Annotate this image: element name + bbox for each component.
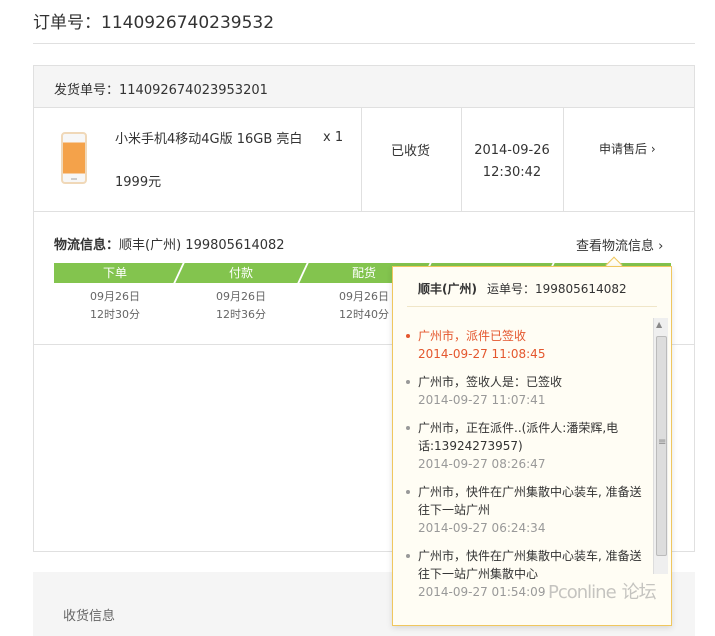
scrollbar-thumb[interactable]: ≡: [656, 336, 667, 556]
apply-aftersale-link[interactable]: 申请售后 ›: [599, 140, 656, 157]
grip-icon: ≡: [658, 437, 667, 448]
popup-waybill: 运单号：199805614082: [486, 282, 627, 296]
shipment-number: 发货单号：114092674023953201: [54, 83, 268, 98]
product-price: 1999元: [115, 175, 162, 190]
product-quantity: x 1: [323, 130, 344, 145]
view-logistics-link[interactable]: 查看物流信息 ›: [576, 235, 663, 254]
popup-carrier: 顺丰(广州): [418, 282, 477, 296]
scroll-up-arrow-icon[interactable]: ▲: [656, 320, 662, 329]
tracking-entry: 广州市，正在派件..(派件人:潘荣辉,电话:13924273957) 2014-…: [406, 419, 648, 473]
divider: [407, 306, 657, 307]
step-date: 09月26日: [90, 290, 140, 303]
tracking-time: 2014-09-27 11:08:45: [418, 347, 546, 361]
bullet-dot-icon: [406, 490, 410, 494]
popup-header: 顺丰(广州) 运单号：199805614082: [418, 280, 627, 297]
step-date: 09月26日: [216, 290, 266, 303]
divider: [33, 43, 695, 44]
tracking-entry: 广州市，签收人是：已签收 2014-09-27 11:07:41: [406, 373, 648, 409]
step-time: 12时30分: [90, 308, 140, 321]
tracking-entry: 广州市，快件在广州集散中心装车, 准备送往下一站广州 2014-09-27 06…: [406, 483, 648, 537]
cell-divider: [361, 108, 362, 212]
watermark-suffix: 论坛: [621, 582, 657, 603]
bullet-dot-icon: [406, 426, 410, 430]
order-status: 已收货: [391, 144, 431, 159]
tracking-desc: 广州市，签收人是：已签收: [418, 375, 563, 389]
bullet-dot-icon: [406, 554, 410, 558]
watermark-logo: Pconline 论坛: [548, 578, 657, 604]
tracking-time: 2014-09-27 11:07:41: [418, 393, 546, 407]
tracking-entry: 广州市，派件已签收 2014-09-27 11:08:45: [406, 327, 648, 363]
tracking-desc: 广州市，正在派件..(派件人:潘荣辉,电话:13924273957): [418, 421, 619, 453]
tracking-time: 2014-09-27 08:26:47: [418, 457, 546, 471]
bullet-dot-icon: [406, 334, 410, 338]
shipment-header: 发货单号：114092674023953201: [34, 66, 694, 108]
watermark-brand: Pconline: [548, 582, 617, 603]
tracking-desc: 广州市，派件已签收: [418, 329, 527, 343]
order-time: 12:30:42: [482, 165, 542, 180]
logistics-carrier: 顺丰(广州) 199805614082: [119, 238, 285, 253]
product-name[interactable]: 小米手机4移动4G版 16GB 亮白: [115, 129, 305, 150]
logistics-info: 物流信息：顺丰(广州) 199805614082: [54, 234, 285, 253]
cell-divider: [563, 108, 564, 212]
tracking-desc: 广州市，快件在广州集散中心装车, 准备送往下一站广州: [418, 485, 642, 517]
order-date: 2014-09-26: [474, 143, 550, 158]
step-order-time: 09月26日 12时30分: [54, 288, 176, 324]
order-item-row: 小米手机4移动4G版 16GB 亮白 x 1 已收货 2014-09-26 12…: [34, 108, 694, 212]
step-time: 12时36分: [216, 308, 266, 321]
product-image[interactable]: [61, 132, 87, 184]
logistics-label: 物流信息：: [54, 238, 120, 253]
step-payment-time: 09月26日 12时36分: [180, 288, 302, 324]
tracking-time: 2014-09-27 06:24:34: [418, 521, 546, 535]
shipping-address-label: 收货信息: [63, 609, 116, 624]
step-order: 下单: [102, 266, 127, 280]
order-datetime: 2014-09-26 12:30:42: [462, 140, 562, 184]
logistics-popup: 顺丰(广州) 运单号：199805614082 广州市，派件已签收 2014-09…: [392, 266, 672, 626]
step-payment: 付款: [228, 266, 253, 280]
order-number: 订单号：1140926740239532: [33, 13, 275, 33]
popup-scrollbar[interactable]: ▲ ≡: [653, 318, 668, 574]
bullet-dot-icon: [406, 380, 410, 384]
